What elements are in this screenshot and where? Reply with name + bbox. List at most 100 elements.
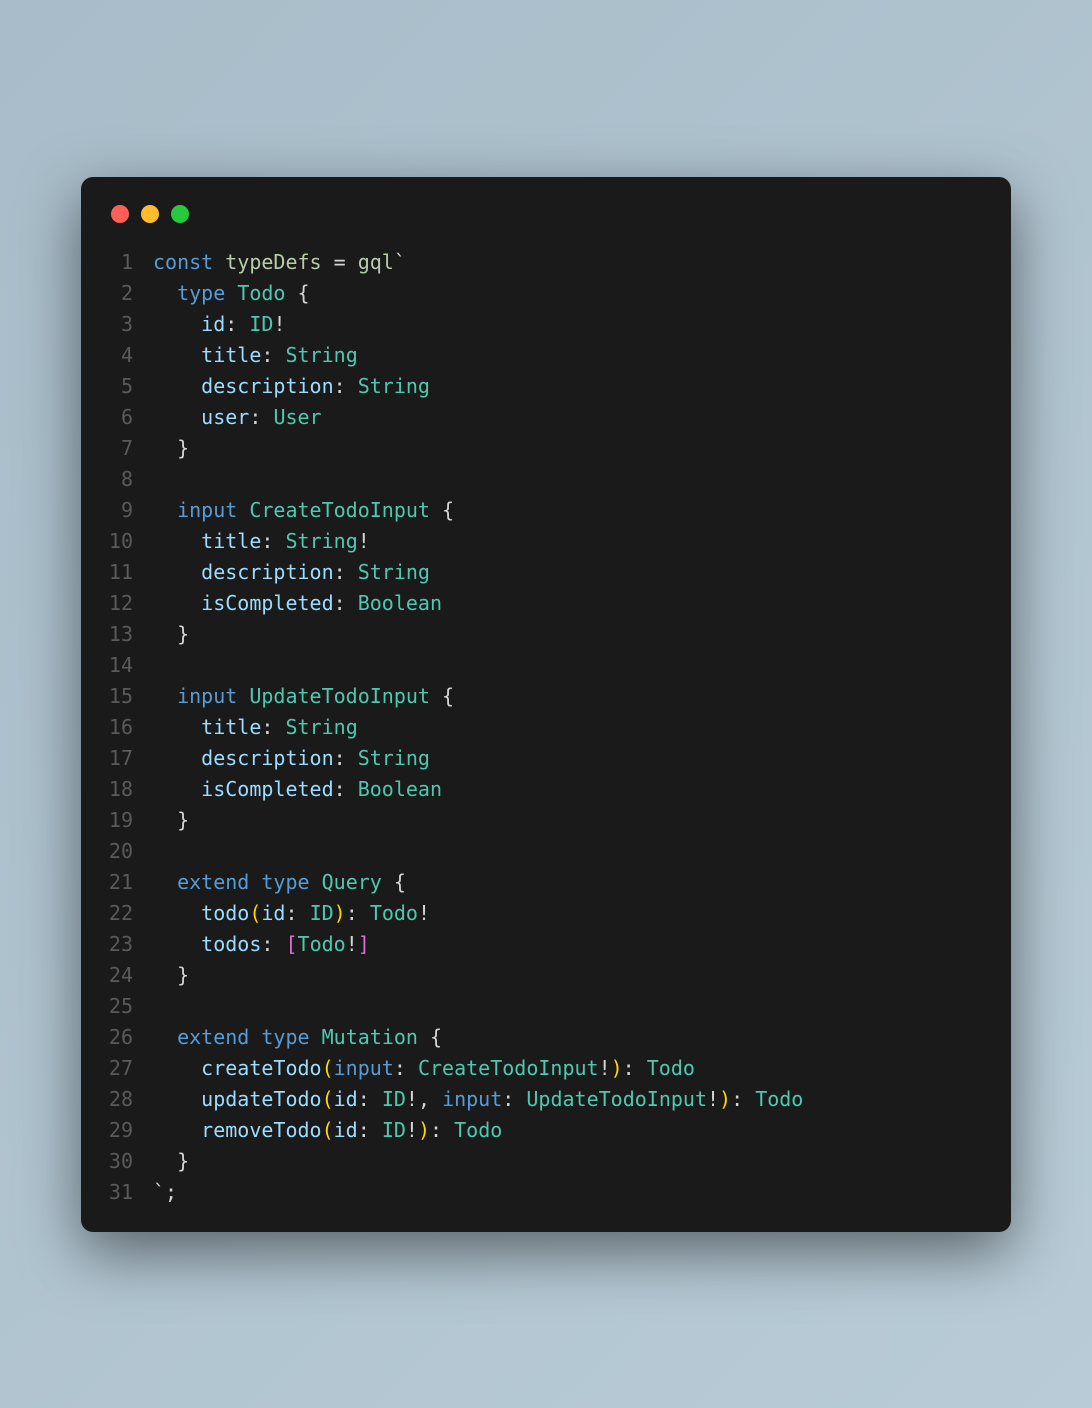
code-line: 23 todos: [Todo!] xyxy=(105,929,987,960)
line-content: todo(id: ID): Todo! xyxy=(153,898,430,929)
code-line: 12 isCompleted: Boolean xyxy=(105,588,987,619)
token: : xyxy=(502,1087,526,1111)
token xyxy=(153,746,201,770)
token: : xyxy=(394,1056,418,1080)
token xyxy=(153,684,177,708)
line-content: removeTodo(id: ID!): Todo xyxy=(153,1115,502,1146)
token: extend xyxy=(177,870,261,894)
code-line: 17 description: String xyxy=(105,743,987,774)
token: type xyxy=(177,281,237,305)
code-line: 28 updateTodo(id: ID!, input: UpdateTodo… xyxy=(105,1084,987,1115)
line-number: 30 xyxy=(105,1146,153,1177)
line-content xyxy=(153,836,165,867)
token: type xyxy=(261,870,321,894)
token: Boolean xyxy=(358,591,442,615)
token: { xyxy=(285,281,309,305)
token: CreateTodoInput xyxy=(249,498,430,522)
line-number: 26 xyxy=(105,1022,153,1053)
line-number: 29 xyxy=(105,1115,153,1146)
line-number: 12 xyxy=(105,588,153,619)
code-line: 10 title: String! xyxy=(105,526,987,557)
token: Query xyxy=(322,870,382,894)
token: ! xyxy=(707,1087,719,1111)
token xyxy=(153,901,201,925)
token: Todo xyxy=(237,281,285,305)
token: { xyxy=(382,870,406,894)
minimize-icon[interactable] xyxy=(141,205,159,223)
line-content: todos: [Todo!] xyxy=(153,929,370,960)
line-number: 9 xyxy=(105,495,153,526)
line-content: type Todo { xyxy=(153,278,310,309)
line-content: input CreateTodoInput { xyxy=(153,495,454,526)
token: String xyxy=(285,343,357,367)
token: : xyxy=(623,1056,647,1080)
line-content: `; xyxy=(153,1177,177,1208)
code-line: 9 input CreateTodoInput { xyxy=(105,495,987,526)
line-content: } xyxy=(153,1146,189,1177)
token: ! xyxy=(406,1118,418,1142)
token: ! xyxy=(358,529,370,553)
token: id xyxy=(334,1087,358,1111)
line-number: 28 xyxy=(105,1084,153,1115)
token: : xyxy=(430,1118,454,1142)
token: Todo xyxy=(647,1056,695,1080)
token: ! xyxy=(599,1056,611,1080)
token: updateTodo xyxy=(201,1087,321,1111)
line-number: 31 xyxy=(105,1177,153,1208)
token: ! xyxy=(273,312,285,336)
line-content: extend type Query { xyxy=(153,867,406,898)
token xyxy=(153,498,177,522)
line-number: 11 xyxy=(105,557,153,588)
code-line: 31`; xyxy=(105,1177,987,1208)
line-number: 20 xyxy=(105,836,153,867)
line-number: 5 xyxy=(105,371,153,402)
token: createTodo xyxy=(201,1056,321,1080)
token: : xyxy=(261,715,285,739)
token: input xyxy=(334,1056,394,1080)
token: ! xyxy=(346,932,358,956)
window-titlebar xyxy=(105,205,987,223)
line-number: 21 xyxy=(105,867,153,898)
token: String xyxy=(358,560,430,584)
code-line: 16 title: String xyxy=(105,712,987,743)
token: : xyxy=(358,1087,382,1111)
line-content: extend type Mutation { xyxy=(153,1022,442,1053)
token: ] xyxy=(358,932,370,956)
token: = xyxy=(322,250,358,274)
line-content: createTodo(input: CreateTodoInput!): Tod… xyxy=(153,1053,695,1084)
maximize-icon[interactable] xyxy=(171,205,189,223)
token: ` xyxy=(394,250,406,274)
token: description xyxy=(201,746,333,770)
token: todo xyxy=(201,901,249,925)
token: todos xyxy=(201,932,261,956)
token: description xyxy=(201,374,333,398)
token: isCompleted xyxy=(201,777,333,801)
code-block: 1const typeDefs = gql`2 type Todo {3 id:… xyxy=(105,247,987,1208)
token xyxy=(153,932,201,956)
line-number: 14 xyxy=(105,650,153,681)
token: Mutation xyxy=(322,1025,418,1049)
token: input xyxy=(177,498,249,522)
line-content: } xyxy=(153,433,189,464)
token: : xyxy=(334,777,358,801)
close-icon[interactable] xyxy=(111,205,129,223)
token: description xyxy=(201,560,333,584)
token: type xyxy=(261,1025,321,1049)
code-line: 19 } xyxy=(105,805,987,836)
token: CreateTodoInput xyxy=(418,1056,599,1080)
code-line: 8 xyxy=(105,464,987,495)
token: gql xyxy=(358,250,394,274)
token xyxy=(153,870,177,894)
line-number: 25 xyxy=(105,991,153,1022)
code-line: 14 xyxy=(105,650,987,681)
line-number: 17 xyxy=(105,743,153,774)
token: ; xyxy=(165,1180,177,1204)
line-content: } xyxy=(153,805,189,836)
token xyxy=(153,560,201,584)
line-number: 3 xyxy=(105,309,153,340)
token: extend xyxy=(177,1025,261,1049)
token xyxy=(153,374,201,398)
token: { xyxy=(430,684,454,708)
code-line: 21 extend type Query { xyxy=(105,867,987,898)
token: User xyxy=(273,405,321,429)
